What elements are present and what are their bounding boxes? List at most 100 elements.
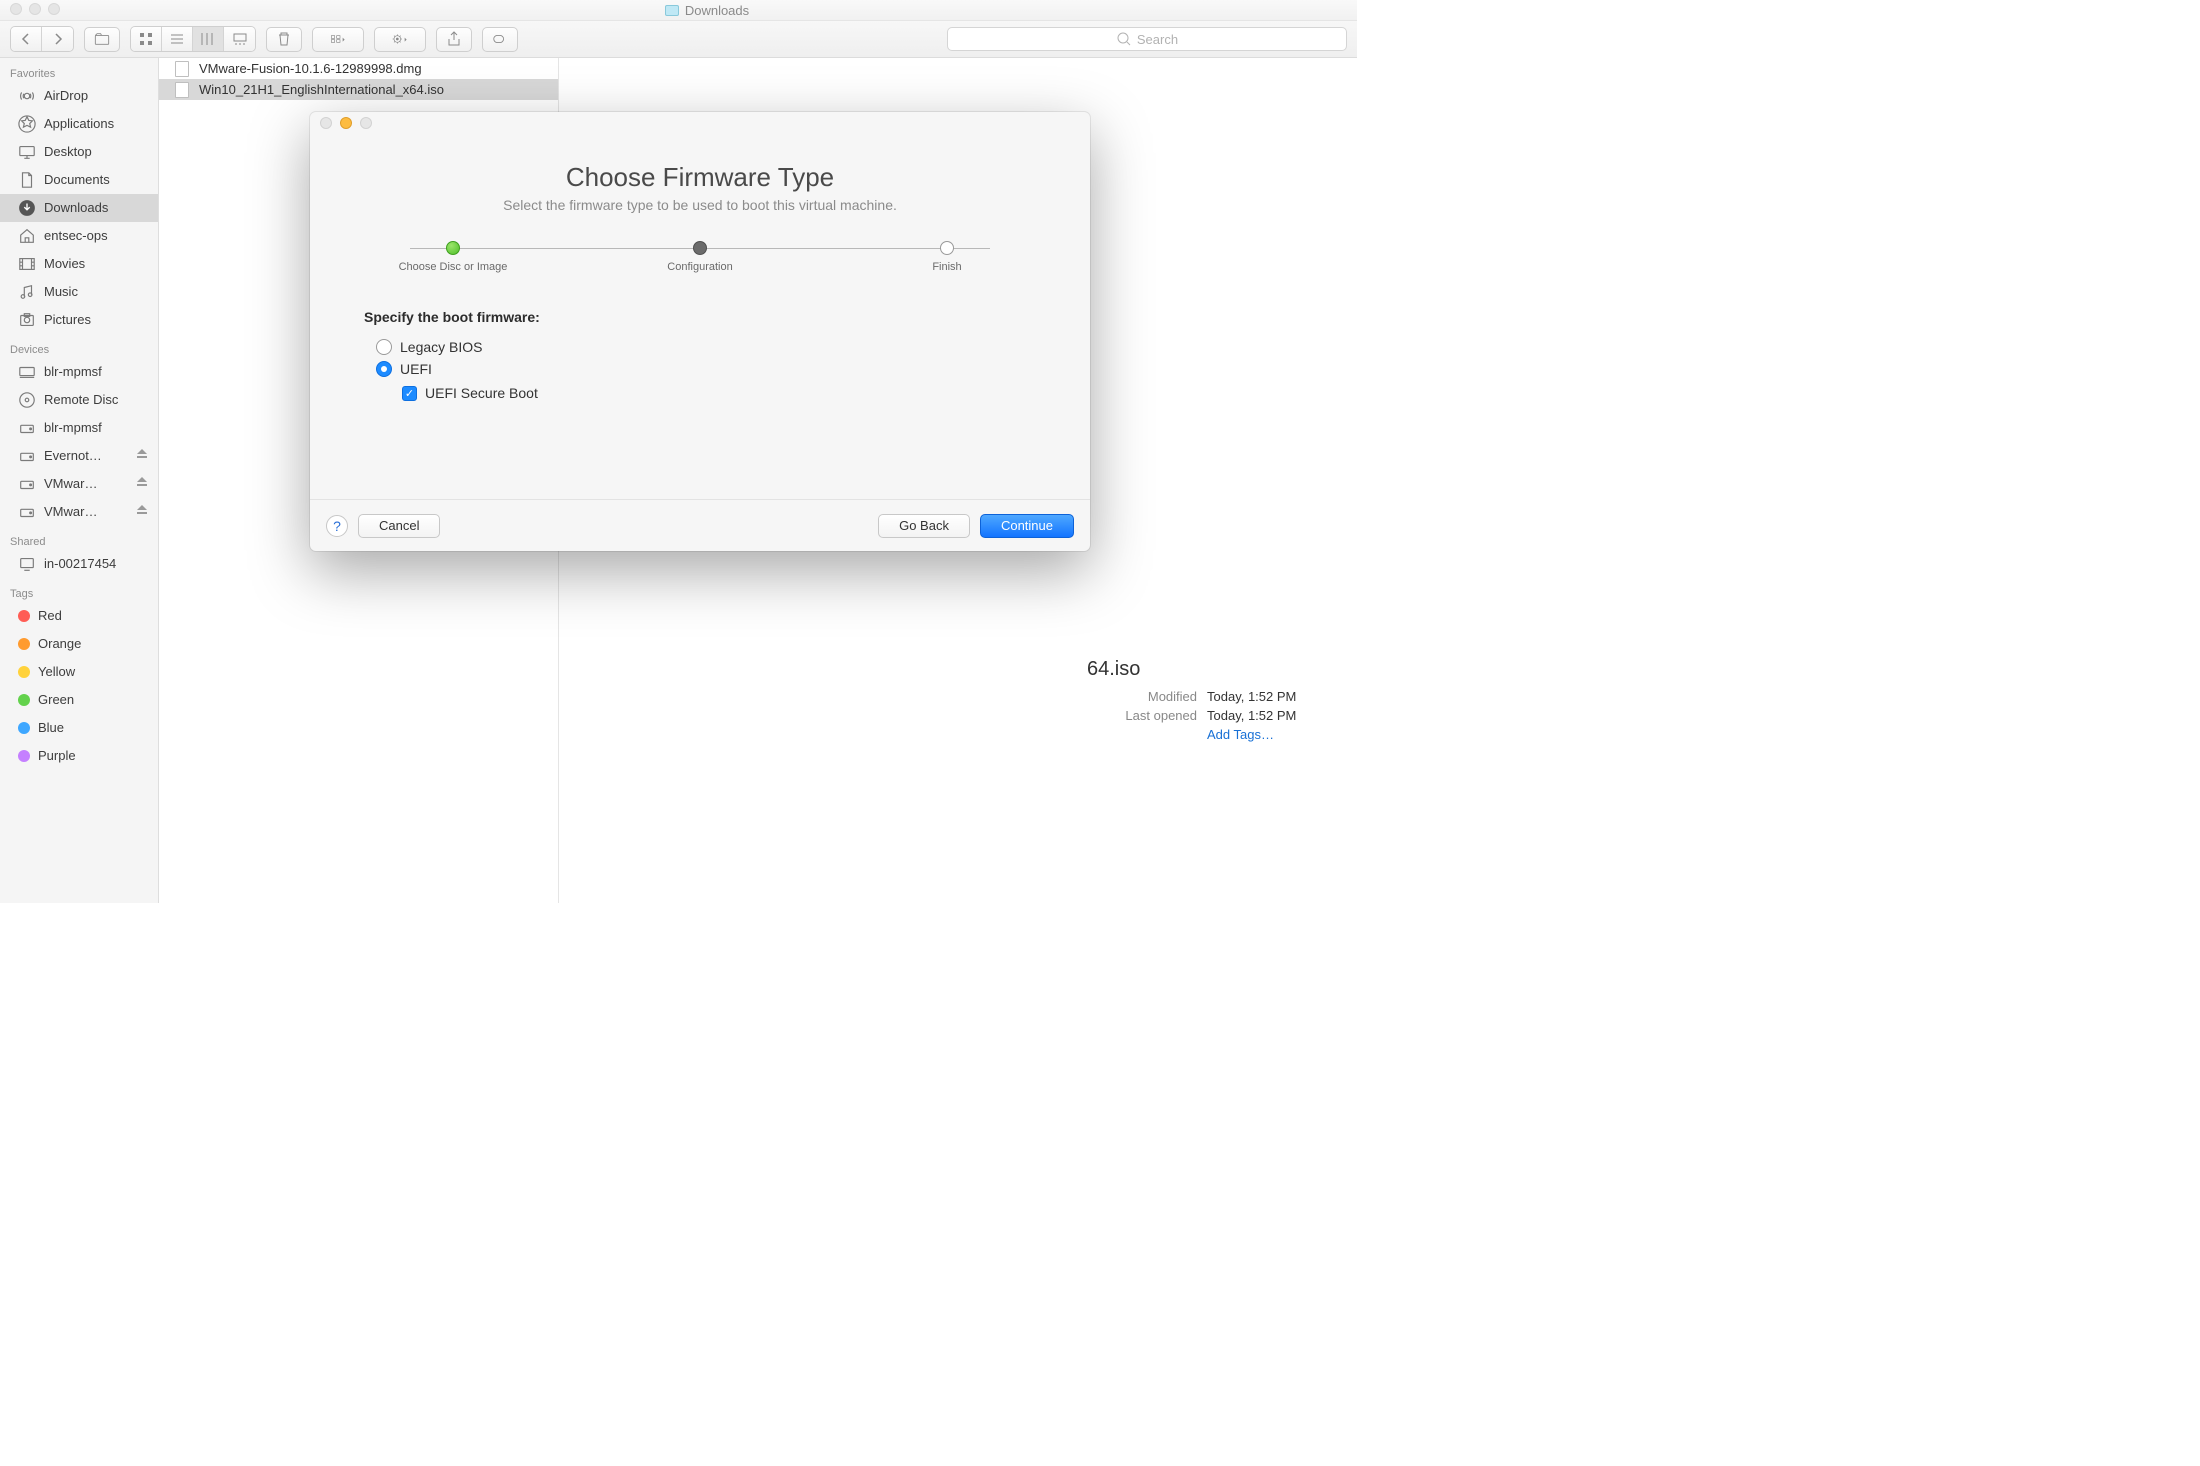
finder-toolbar: Search [0, 21, 1357, 58]
airdrop-icon [18, 87, 36, 105]
traffic-lights[interactable] [48, 3, 60, 18]
radio-uefi-label: UEFI [400, 361, 432, 377]
group-button[interactable] [312, 27, 364, 52]
checkbox-secure-label: UEFI Secure Boot [425, 385, 538, 401]
tag-dot-icon [18, 750, 30, 762]
wizard-steps: Choose Disc or Image Configuration Finis… [398, 241, 1002, 273]
apps-icon [18, 115, 36, 133]
radio-icon [376, 361, 392, 377]
sidebar-shared-header: Shared [0, 532, 158, 550]
radio-legacy-label: Legacy BIOS [400, 339, 483, 355]
go-back-button[interactable]: Go Back [878, 514, 970, 538]
gallery-view-button[interactable] [224, 27, 255, 51]
sidebar-item-green[interactable]: Green [0, 686, 158, 714]
sidebar-item-airdrop[interactable]: AirDrop [0, 82, 158, 110]
sidebar-item-blue[interactable]: Blue [0, 714, 158, 742]
tag-dot-icon [18, 638, 30, 650]
forward-button[interactable] [42, 27, 73, 51]
sidebar-item-downloads[interactable]: Downloads [0, 194, 158, 222]
eject-icon[interactable] [136, 473, 148, 495]
sidebar-item-evernot-[interactable]: Evernot… [0, 442, 158, 470]
file-row[interactable]: VMware-Fusion-10.1.6-12989998.dmg [159, 58, 558, 79]
search-field[interactable]: Search [947, 27, 1347, 51]
window-title-text: Downloads [685, 3, 749, 18]
firmware-dialog: Choose Firmware Type Select the firmware… [310, 112, 1090, 551]
column-view-button[interactable] [193, 27, 224, 51]
pictures-icon [18, 311, 36, 329]
dialog-minimize-button[interactable] [340, 117, 352, 129]
sidebar-item-desktop[interactable]: Desktop [0, 138, 158, 166]
step-finish: Finish [892, 241, 1002, 273]
sidebar-item-vmwar-[interactable]: VMwar… [0, 498, 158, 526]
finder-titlebar: Downloads [0, 0, 1357, 21]
sidebar-item-movies[interactable]: Movies [0, 250, 158, 278]
sidebar-item-blr-mpmsf[interactable]: blr-mpmsf [0, 414, 158, 442]
sidebar-item-red[interactable]: Red [0, 602, 158, 630]
step-configuration: Configuration [645, 241, 755, 273]
nav-buttons [10, 26, 74, 52]
folder-icon [665, 5, 679, 16]
screen-icon [18, 555, 36, 573]
preview-lastopened-value: Today, 1:52 PM [1207, 708, 1357, 723]
list-view-button[interactable] [162, 27, 193, 51]
sidebar-item-applications[interactable]: Applications [0, 110, 158, 138]
tag-dot-icon [18, 610, 30, 622]
dialog-maximize-button[interactable] [360, 117, 372, 129]
traffic-lights[interactable] [29, 3, 41, 18]
view-mode-buttons [130, 26, 256, 52]
sidebar-item-music[interactable]: Music [0, 278, 158, 306]
sidebar-item-orange[interactable]: Orange [0, 630, 158, 658]
sidebar-item-entsec-ops[interactable]: entsec-ops [0, 222, 158, 250]
tag-dot-icon [18, 694, 30, 706]
search-placeholder: Search [1137, 32, 1178, 47]
trash-button[interactable] [266, 27, 302, 52]
sidebar-item-vmwar-[interactable]: VMwar… [0, 470, 158, 498]
share-button[interactable] [436, 27, 472, 52]
desktop-icon [18, 143, 36, 161]
add-tags-link[interactable]: Add Tags… [1207, 727, 1357, 742]
sidebar-favorites-header: Favorites [0, 64, 158, 82]
checkbox-icon: ✓ [402, 386, 417, 401]
preview-panel: 64.iso Modified Today, 1:52 PM Last open… [1087, 58, 1357, 903]
action-button[interactable] [374, 27, 426, 52]
back-button[interactable] [11, 27, 42, 51]
sidebar-item-pictures[interactable]: Pictures [0, 306, 158, 334]
sidebar-item-remote-disc[interactable]: Remote Disc [0, 386, 158, 414]
file-row[interactable]: Win10_21H1_EnglishInternational_x64.iso [159, 79, 558, 100]
radio-uefi[interactable]: UEFI [376, 361, 1036, 377]
sidebar-item-in-00217454[interactable]: in-00217454 [0, 550, 158, 578]
help-button[interactable]: ? [326, 515, 348, 537]
computer-icon [18, 363, 36, 381]
traffic-lights[interactable] [10, 3, 22, 18]
disc-icon [18, 391, 36, 409]
firmware-section-title: Specify the boot firmware: [364, 309, 1036, 325]
search-icon [1116, 31, 1132, 47]
sidebar-item-documents[interactable]: Documents [0, 166, 158, 194]
radio-icon [376, 339, 392, 355]
dialog-title: Choose Firmware Type [358, 162, 1042, 193]
sidebar-item-blr-mpmsf[interactable]: blr-mpmsf [0, 358, 158, 386]
cancel-button[interactable]: Cancel [358, 514, 440, 538]
dialog-titlebar [310, 112, 1090, 134]
folder-up-button[interactable] [84, 27, 120, 52]
tags-button[interactable] [482, 27, 518, 52]
drive-icon [18, 475, 36, 493]
drive-icon [18, 503, 36, 521]
sidebar-item-yellow[interactable]: Yellow [0, 658, 158, 686]
checkbox-secure-boot[interactable]: ✓ UEFI Secure Boot [402, 385, 1036, 401]
eject-icon[interactable] [136, 501, 148, 523]
continue-button[interactable]: Continue [980, 514, 1074, 538]
preview-modified-label: Modified [1087, 689, 1197, 704]
icon-view-button[interactable] [131, 27, 162, 51]
drive-icon [18, 419, 36, 437]
dialog-close-button[interactable] [320, 117, 332, 129]
eject-icon[interactable] [136, 445, 148, 467]
radio-legacy-bios[interactable]: Legacy BIOS [376, 339, 1036, 355]
drive-icon [18, 447, 36, 465]
downloads-icon [18, 199, 36, 217]
finder-window: Downloads Search Favorites AirDropA [0, 0, 1357, 903]
file-icon [175, 82, 189, 98]
preview-modified-value: Today, 1:52 PM [1207, 689, 1357, 704]
preview-lastopened-label: Last opened [1087, 708, 1197, 723]
sidebar-item-purple[interactable]: Purple [0, 742, 158, 770]
